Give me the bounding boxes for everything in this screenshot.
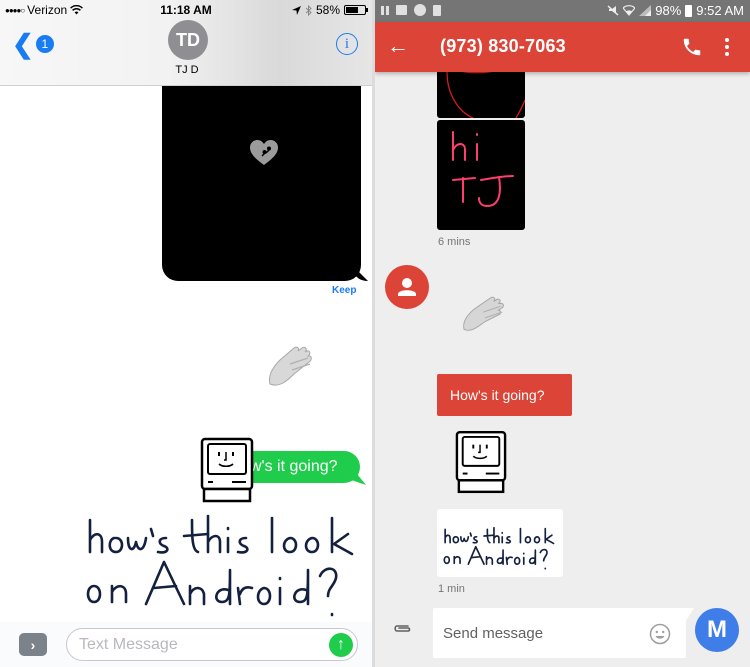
phone-icon[interactable] <box>681 36 703 58</box>
signal-icon <box>639 5 652 16</box>
paperclip-icon[interactable] <box>391 620 413 638</box>
digital-touch-message[interactable] <box>162 86 368 281</box>
pause-icon <box>381 5 389 15</box>
clapping-hands-icon <box>269 346 312 386</box>
calendar-icon <box>396 5 407 15</box>
battery-percent: 58% <box>315 3 340 17</box>
handwriting-drawing <box>443 526 555 570</box>
info-button[interactable]: i <box>336 33 358 55</box>
send-button[interactable]: M <box>695 608 739 652</box>
message-timestamp: 1 min <box>438 583 465 595</box>
send-arrow-icon[interactable]: ↑ <box>329 633 353 657</box>
ios-messages-screen: ●●●●○ Verizon 11:18 AM 58% ❮ 1 TD TJ D i <box>0 0 372 667</box>
handwriting-image-message[interactable] <box>437 509 563 577</box>
emoji-icon[interactable] <box>649 623 671 645</box>
location-arrow-icon <box>291 5 301 15</box>
bluetooth-icon <box>305 4 312 16</box>
text-message-input[interactable] <box>79 635 319 655</box>
contact-avatar[interactable] <box>385 265 429 309</box>
ios-header: ●●●●○ Verizon 11:18 AM 58% ❮ 1 TD TJ D i <box>0 0 372 86</box>
ios-status-bar: ●●●●○ Verizon 11:18 AM 58% <box>0 0 372 20</box>
contact-avatar[interactable]: TD <box>168 20 208 60</box>
received-message-bubble[interactable]: How's it going? <box>437 374 572 416</box>
person-icon <box>398 278 416 296</box>
unread-badge: 1 <box>35 35 54 53</box>
back-arrow-icon[interactable]: ← <box>387 34 411 58</box>
battery-percent: 98% <box>655 3 682 18</box>
pinwheel-icon <box>414 4 426 16</box>
battery-saver-icon <box>433 4 441 16</box>
handwriting-message[interactable] <box>80 510 370 620</box>
mute-icon <box>607 5 619 16</box>
text-message-field[interactable]: ↑ <box>66 628 358 661</box>
ios-compose-bar: › ↑ <box>0 622 372 667</box>
android-clock: 9:52 AM <box>696 3 744 18</box>
apps-expand-button[interactable]: › <box>19 633 47 656</box>
more-vert-icon[interactable] <box>723 36 731 58</box>
hi-tj-drawing <box>452 131 514 208</box>
battery-icon <box>685 4 693 17</box>
contact-name[interactable]: TJ D <box>0 64 372 76</box>
android-app-bar: ← (973) 830-7063 <box>375 22 750 72</box>
android-status-bar: 98% 9:52 AM <box>375 0 750 22</box>
image-message[interactable] <box>437 120 525 230</box>
wifi-icon <box>623 5 636 16</box>
keep-link[interactable]: Keep <box>332 285 356 296</box>
heart-touch-icon <box>250 140 278 165</box>
battery-icon <box>344 5 368 15</box>
battery-fill <box>346 7 358 13</box>
android-compose-bar: M <box>375 600 750 667</box>
back-button[interactable]: ❮ 1 <box>12 29 54 59</box>
classic-mac-icon <box>200 437 254 503</box>
conversation-title: (973) 830-7063 <box>440 36 566 56</box>
message-timestamp: 6 mins <box>438 236 471 248</box>
chevron-left-icon: ❮ <box>12 29 34 59</box>
send-message-field[interactable] <box>433 608 686 658</box>
clapping-hands-icon <box>463 296 504 331</box>
sent-message-bubble[interactable]: w's it going? <box>236 451 360 483</box>
android-messages-screen: 98% 9:52 AM ← (973) 830-7063 6 mins How'… <box>375 0 750 667</box>
classic-mac-icon <box>455 430 507 494</box>
send-message-input[interactable] <box>443 622 633 644</box>
